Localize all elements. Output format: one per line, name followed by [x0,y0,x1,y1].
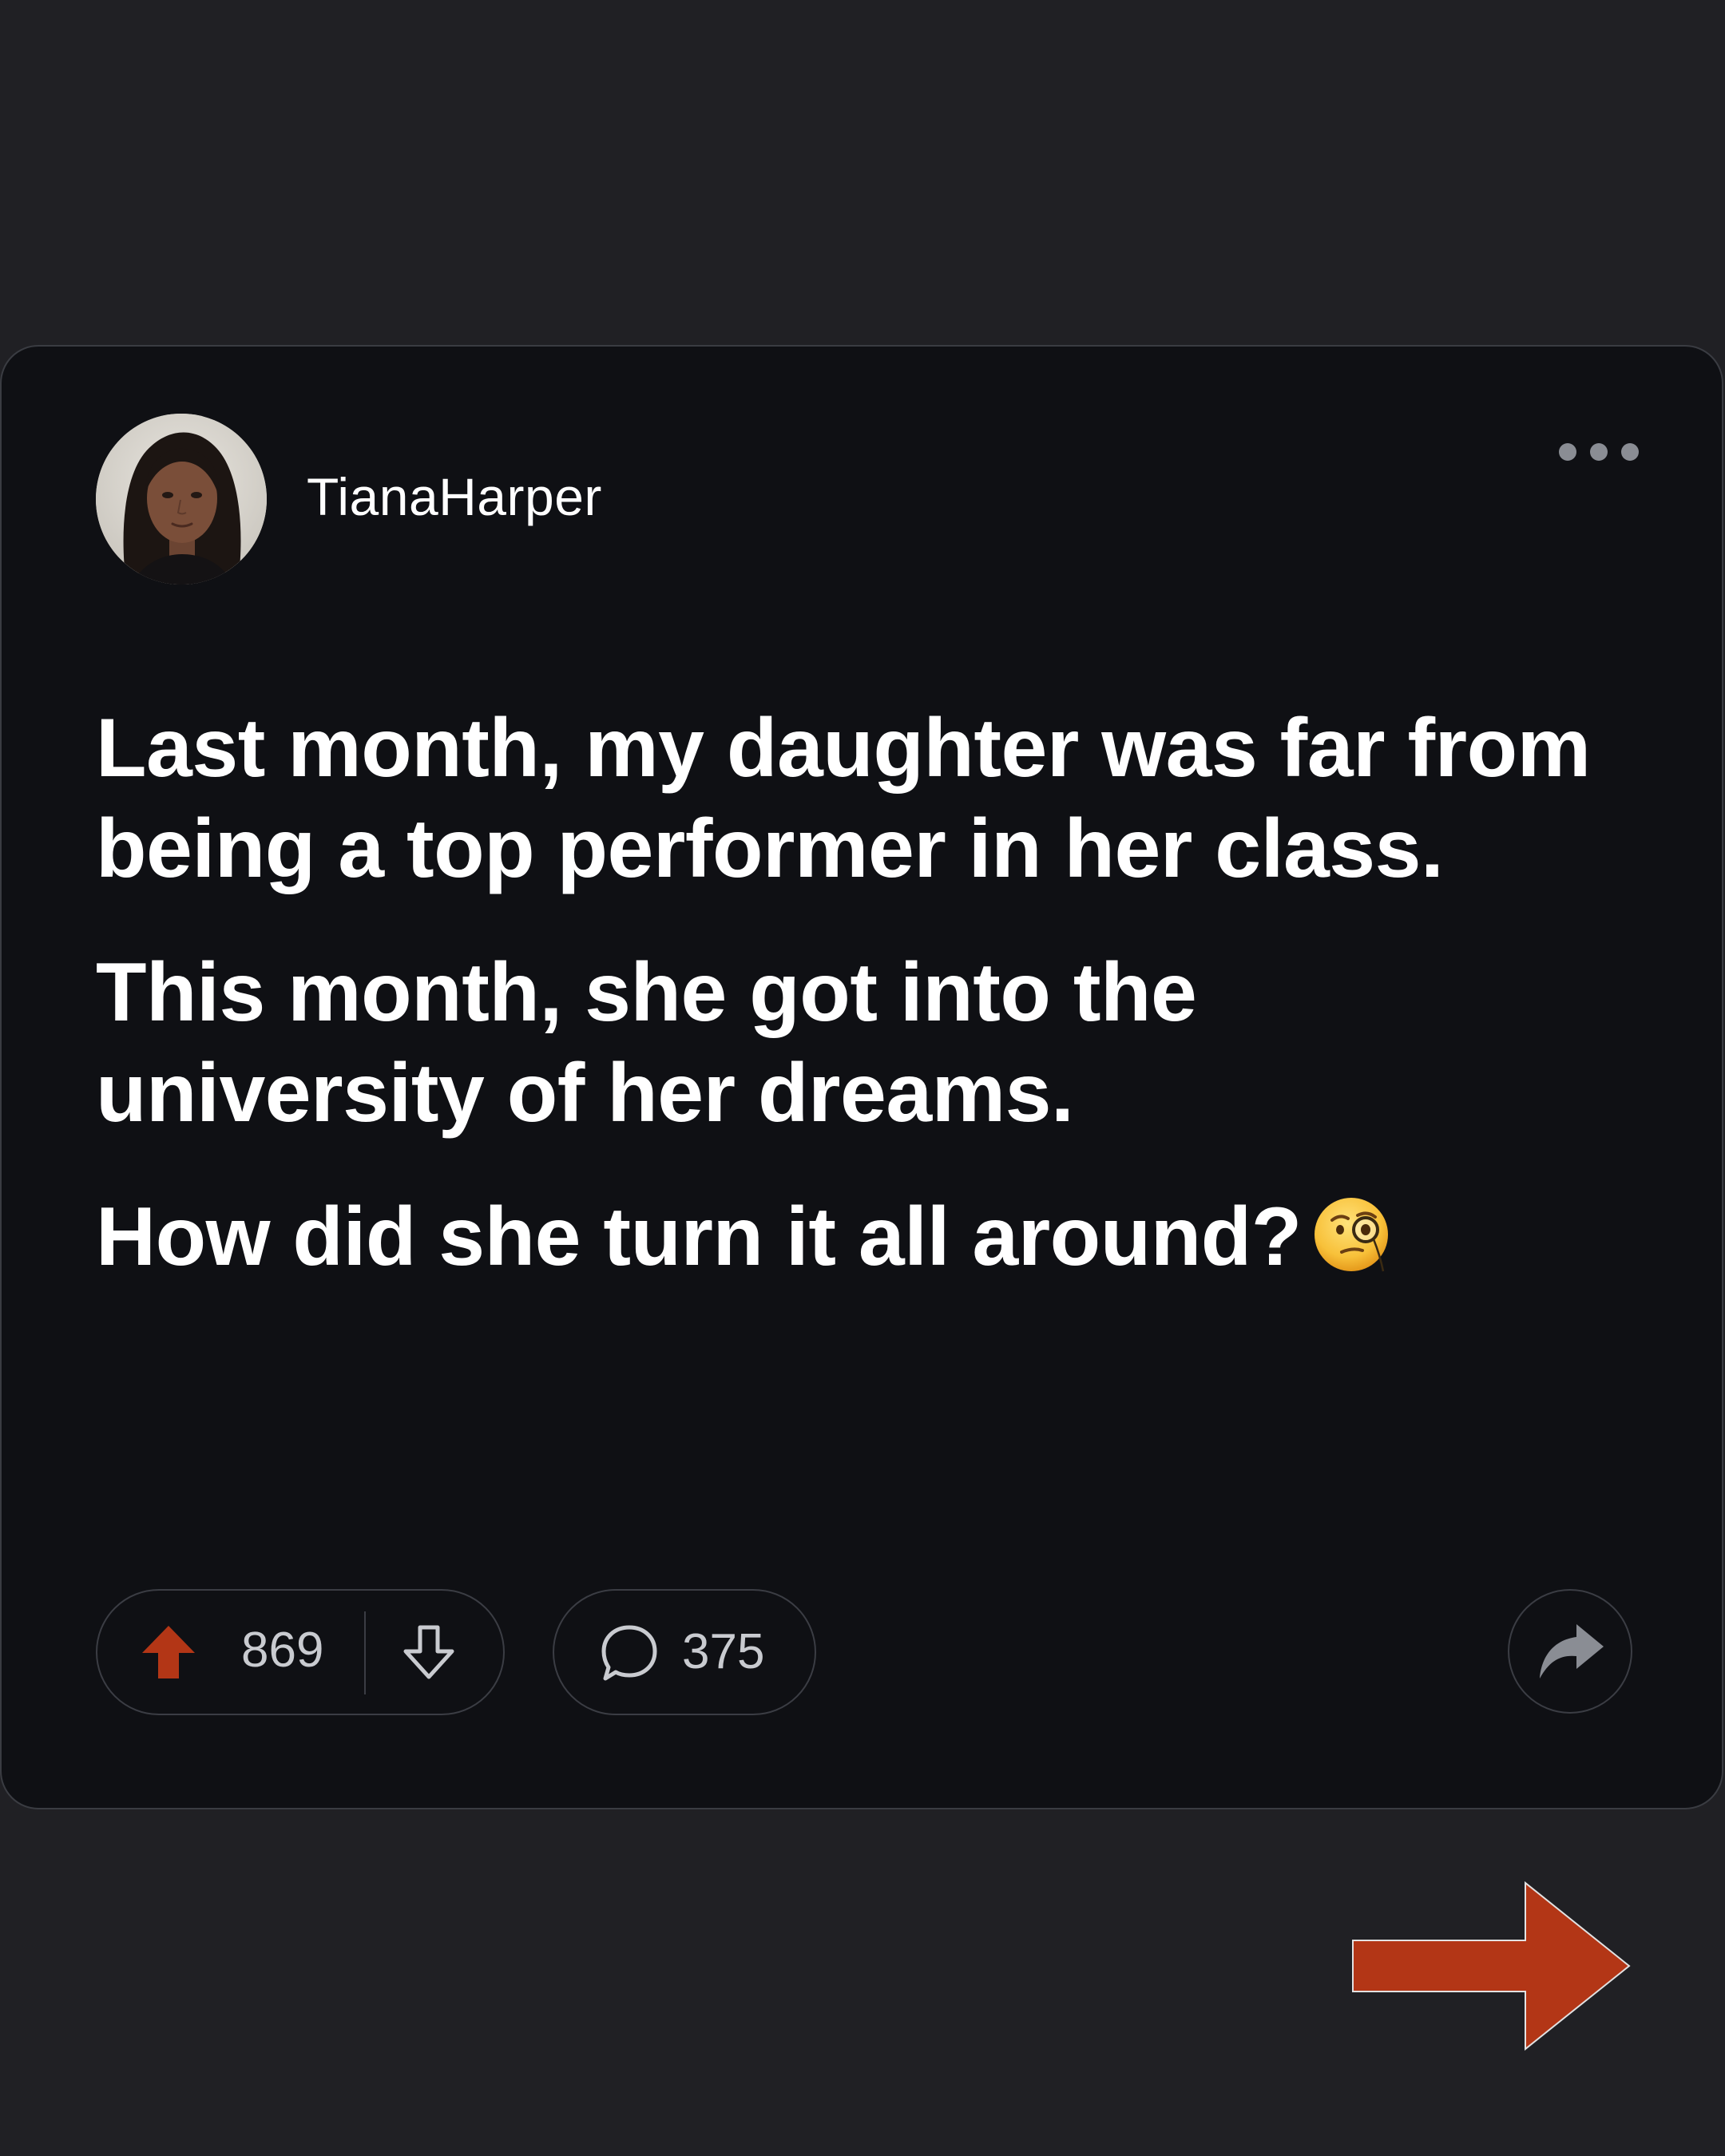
more-dots-icon [1590,443,1608,461]
more-dots-icon [1559,443,1576,461]
comments-button[interactable]: 375 [553,1589,816,1715]
post-paragraph: Last month, my daughter was far from bei… [96,702,1591,895]
arrow-right-icon [1352,1881,1631,2051]
avatar[interactable] [96,414,267,585]
arrow-down-icon [403,1625,454,1679]
divider [364,1611,366,1694]
post-card: TianaHarper Last month, my daughter was … [0,345,1723,1809]
next-slide-arrow[interactable] [1350,1880,1634,2052]
post-paragraph-last: How did she turn it all around? [96,1187,1597,1287]
arrow-up-icon [142,1626,195,1678]
username[interactable]: TianaHarper [307,470,602,523]
post-paragraph-text: How did she turn it all around? [96,1191,1302,1283]
more-options-button[interactable] [1559,434,1639,470]
downvote-button[interactable] [399,1623,458,1682]
comment-count: 375 [682,1624,765,1679]
post-paragraph: This month, she got into the university … [96,946,1197,1139]
share-arrow-icon [1540,1624,1604,1678]
vote-control: 869 [96,1589,505,1715]
speech-bubble-icon [601,1625,657,1681]
face-with-monocle-icon [1314,1198,1388,1272]
avatar-portrait-icon [96,414,267,585]
more-dots-icon [1621,443,1639,461]
upvote-button[interactable] [139,1623,198,1682]
upvote-count: 869 [241,1623,324,1678]
post-body: Last month, my daughter was far from bei… [96,698,1597,1287]
share-button[interactable] [1508,1589,1632,1714]
